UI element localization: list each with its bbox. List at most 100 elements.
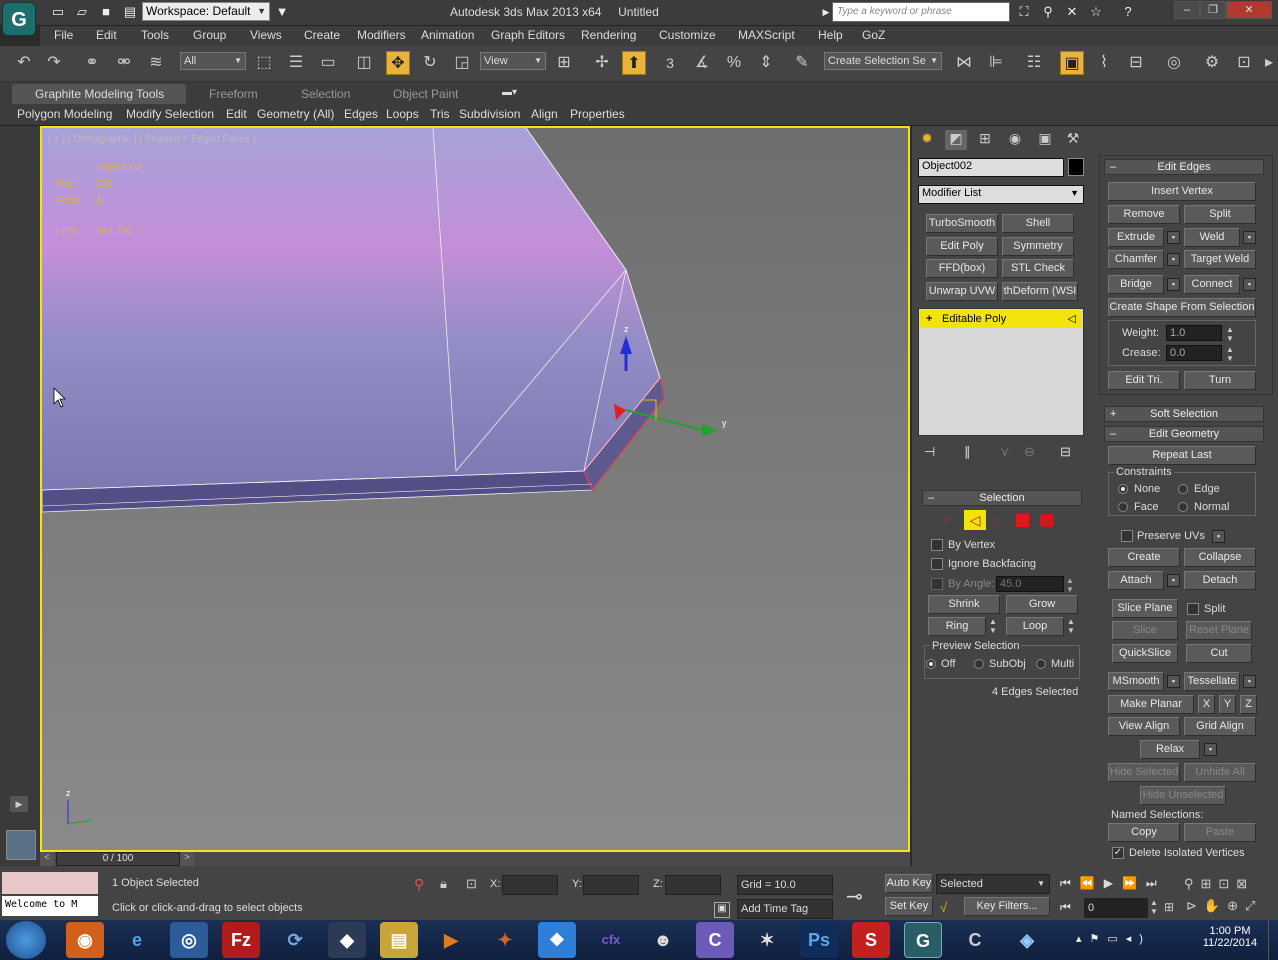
workspace-dropdown[interactable]: Workspace: Default ▼ — [142, 2, 270, 21]
maximize-button[interactable]: ❐ — [1200, 1, 1226, 19]
create-shape-button[interactable]: Create Shape From Selection — [1108, 298, 1256, 317]
select-object-icon[interactable]: ⬚ — [252, 51, 276, 75]
minimize-button[interactable]: – — [1174, 1, 1200, 19]
poser-app-icon[interactable]: ✶ — [748, 922, 786, 958]
ribbon-edit[interactable]: Edit — [226, 107, 247, 121]
viewport-navigation-bottom[interactable]: ⊳✋⊕⤢ — [1186, 898, 1262, 914]
hierarchy-tab-icon[interactable]: ⊞ — [974, 130, 996, 150]
app-icon-swirl[interactable]: ✦ — [486, 922, 524, 958]
render-setup-icon[interactable]: ⚙ — [1200, 51, 1224, 75]
weld-button[interactable]: Weld — [1184, 228, 1240, 247]
weight-spinner-icon[interactable]: ▲ ▼ — [1226, 325, 1234, 343]
vertex-mode-icon[interactable]: ⁖ — [942, 512, 950, 529]
cubase-app-icon[interactable]: C — [696, 922, 734, 958]
relax-button[interactable]: Relax — [1140, 740, 1200, 759]
close-button[interactable]: ✕ — [1226, 1, 1272, 19]
subscription-icon[interactable]: ⚲ — [1040, 4, 1056, 20]
y-coordinate-field[interactable] — [583, 875, 639, 895]
keyboard-shortcut-override-icon[interactable]: ⬆ — [622, 51, 646, 75]
object-color-swatch[interactable] — [1068, 158, 1084, 176]
soft-selection-header[interactable]: + Soft Selection — [1104, 406, 1264, 422]
make-planar-button[interactable]: Make Planar — [1108, 695, 1194, 714]
add-time-tag-button[interactable]: Add Time Tag — [737, 899, 833, 919]
start-button[interactable] — [6, 921, 46, 959]
detach-button[interactable]: Detach — [1184, 571, 1256, 590]
system-tray-icons[interactable]: ▴⚑▭◂) — [1076, 932, 1151, 945]
weight-field[interactable]: 1.0 — [1166, 325, 1222, 341]
time-prev-icon[interactable]: < — [40, 852, 54, 866]
photoshop-icon[interactable]: Ps — [800, 922, 838, 958]
maxscript-listener-mini[interactable] — [2, 872, 98, 894]
edit-tri-button[interactable]: Edit Tri. — [1108, 371, 1180, 390]
ribbon-loops[interactable]: Loops — [386, 107, 419, 121]
app-logo-icon[interactable]: G — [2, 2, 36, 36]
redo-icon[interactable]: ↷ — [42, 51, 66, 75]
menu-file[interactable]: File — [54, 28, 73, 42]
msmooth-button[interactable]: MSmooth — [1108, 672, 1164, 691]
frame-spinner-icon[interactable]: ▲ ▼ — [1150, 898, 1158, 916]
object-top-face[interactable] — [42, 128, 660, 490]
graphite-toggle-icon[interactable]: ▣ — [1060, 51, 1084, 75]
3dsmax-taskbar-icon[interactable]: G — [904, 922, 942, 958]
preview-multi-radio[interactable] — [1036, 659, 1046, 669]
ribbon-modify-selection[interactable]: Modify Selection — [126, 107, 214, 121]
rectangular-selection-icon[interactable]: ▭ — [316, 51, 340, 75]
connect-settings-icon[interactable]: ▪ — [1243, 278, 1256, 291]
menu-tools[interactable]: Tools — [141, 28, 169, 42]
set-key-icon[interactable]: ⊸ — [846, 884, 863, 909]
modify-tab-icon[interactable]: ◩ — [945, 130, 967, 150]
select-manipulate-icon[interactable]: ✢ — [590, 51, 614, 75]
grow-button[interactable]: Grow — [1006, 595, 1078, 614]
ring-spinner-icon[interactable]: ▲ ▼ — [989, 617, 997, 635]
link-icon[interactable]: ⚭ — [80, 51, 104, 75]
remove-button[interactable]: Remove — [1108, 205, 1180, 224]
menu-views[interactable]: Views — [250, 28, 282, 42]
show-end-result-icon[interactable]: ∥ — [964, 444, 971, 460]
modifier-edit-poly-button[interactable]: Edit Poly — [926, 237, 998, 256]
dropbox-icon[interactable]: ❖ — [538, 922, 576, 958]
constraint-normal-radio[interactable] — [1178, 502, 1188, 512]
display-tab-icon[interactable]: ▣ — [1034, 130, 1056, 150]
collapse-button[interactable]: Collapse — [1184, 548, 1256, 567]
angle-snap-icon[interactable]: ∡ — [690, 51, 714, 75]
ribbon-polygon-modeling[interactable]: Polygon Modeling — [17, 107, 112, 121]
sublime-app-icon[interactable]: S — [852, 922, 890, 958]
menu-group[interactable]: Group — [193, 28, 226, 42]
pin-stack-icon[interactable]: ⊣ — [924, 444, 935, 460]
rotate-icon[interactable]: ↻ — [418, 51, 442, 75]
key-set-dropdown[interactable]: Selected ▼ — [936, 874, 1050, 894]
key-mode-toggle-icon[interactable]: ⏮ — [1060, 900, 1071, 915]
chrome-icon[interactable]: ◎ — [170, 922, 208, 958]
game-app-icon[interactable]: ◆ — [328, 922, 366, 958]
object-name-field[interactable]: Object002 — [918, 158, 1064, 177]
bridge-button[interactable]: Bridge — [1108, 275, 1164, 294]
constraint-face-radio[interactable] — [1118, 502, 1128, 512]
attach-button[interactable]: Attach — [1108, 571, 1164, 590]
edit-named-selection-icon[interactable]: ✎ — [790, 51, 814, 75]
menu-create[interactable]: Create — [304, 28, 340, 42]
bridge-settings-icon[interactable]: ▪ — [1167, 278, 1180, 291]
copy-button[interactable]: Copy — [1108, 823, 1180, 842]
loop-button[interactable]: Loop — [1006, 617, 1064, 636]
time-tag-icon[interactable]: ▣ — [714, 902, 730, 918]
create-button[interactable]: Create — [1108, 548, 1180, 567]
render-icon[interactable]: ▸ — [1262, 51, 1276, 75]
grid-align-button[interactable]: Grid Align — [1184, 717, 1256, 736]
ribbon-options-icon[interactable]: ▬▾ — [502, 87, 517, 98]
tab-graphite-modeling-tools[interactable]: Graphite Modeling Tools — [35, 87, 164, 101]
viewport-orthographic[interactable]: [ + ] [ Orthographic ] [ Shaded + Edged … — [40, 126, 910, 852]
crease-spinner-icon[interactable]: ▲ ▼ — [1226, 345, 1234, 363]
menu-customize[interactable]: Customize — [659, 28, 716, 42]
selection-lock-icon[interactable]: 🔒︎ — [440, 876, 447, 892]
edge-mode-icon[interactable]: ◁ — [964, 510, 986, 530]
ignore-backfacing-checkbox[interactable] — [931, 558, 943, 570]
modifier-symmetry-button[interactable]: Symmetry — [1002, 237, 1074, 256]
menu-graph-editors[interactable]: Graph Editors — [491, 28, 565, 42]
configure-modifier-sets-icon[interactable]: ⊟ — [1060, 444, 1071, 460]
element-mode-icon[interactable] — [1040, 514, 1054, 527]
bind-space-warp-icon[interactable]: ≋ — [144, 51, 168, 75]
preview-off-radio[interactable] — [926, 659, 936, 669]
selection-rollout-header[interactable]: – Selection — [922, 490, 1082, 506]
time-slider[interactable]: 0 / 100 — [56, 852, 180, 866]
edit-geometry-header[interactable]: – Edit Geometry — [1104, 426, 1264, 442]
